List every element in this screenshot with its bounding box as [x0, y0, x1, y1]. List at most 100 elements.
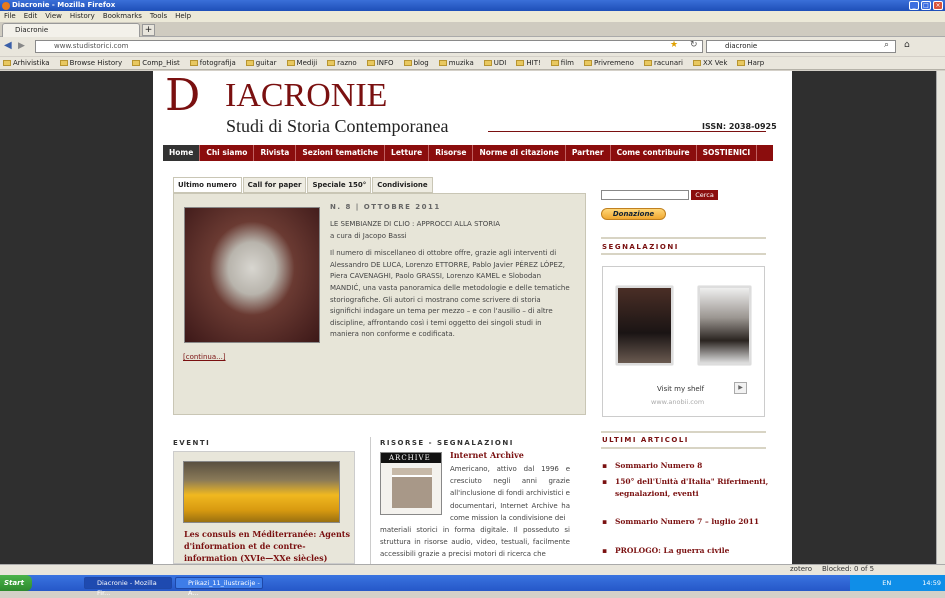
adblock-status[interactable]: Blocked: 0 of 5 — [822, 565, 874, 573]
segnalazioni-heading: SEGNALAZIONI — [602, 243, 679, 251]
resource-title-link[interactable]: Internet Archive — [450, 450, 524, 460]
minimize-button[interactable]: _ — [909, 1, 919, 10]
continua-link[interactable]: [continua...] — [183, 353, 226, 361]
article-link[interactable]: Sommario Numero 8 — [602, 460, 772, 472]
section-divider — [601, 447, 766, 449]
menu-bar: File Edit View History Bookmarks Tools Help — [0, 11, 945, 22]
bookmark-item[interactable]: Harp — [737, 57, 764, 69]
bookmark-item[interactable]: muzika — [438, 57, 474, 69]
nav-partner[interactable]: Partner — [566, 145, 611, 161]
menu-tools[interactable]: Tools — [150, 12, 167, 20]
bookmarks-toolbar: Arhivistika Browse History Comp_Hist fotogr… — [0, 57, 945, 70]
folder-icon — [132, 60, 141, 66]
language-indicator[interactable]: EN — [882, 579, 891, 587]
start-button[interactable]: Start — [0, 575, 32, 591]
folder-icon — [643, 60, 652, 66]
bookmark-item[interactable]: Privremeno — [583, 57, 634, 69]
bookmark-item[interactable]: fotografija — [189, 57, 236, 69]
section-divider — [601, 253, 766, 255]
bookmark-item[interactable]: UDI — [483, 57, 506, 69]
window-title-bar: Diacronie - Mozilla Firefox — [0, 0, 945, 11]
book-cover[interactable] — [616, 286, 673, 365]
tab-call-for-paper[interactable]: Call for paper — [242, 177, 307, 193]
nav-letture[interactable]: Letture — [385, 145, 430, 161]
feature-heading: LE SEMBIANZE DI CLIO : APPROCCI ALLA STO… — [330, 220, 501, 228]
folder-icon — [245, 60, 254, 66]
nav-rivista[interactable]: Rivista — [254, 145, 297, 161]
donate-button[interactable]: Donazione — [601, 208, 666, 220]
tab-ultimo-numero[interactable]: Ultimo numero — [173, 177, 242, 193]
menu-view[interactable]: View — [45, 12, 62, 20]
bookmark-item[interactable]: Arhivistika — [3, 57, 50, 69]
risorse-heading: RISORSE - SEGNALAZIONI — [380, 439, 514, 447]
menu-help[interactable]: Help — [175, 12, 191, 20]
system-tray: EN 14:59 — [850, 575, 945, 591]
reload-icon[interactable]: ↻ — [690, 40, 698, 50]
bookmark-item[interactable]: Mediji — [286, 57, 317, 69]
close-button[interactable]: × — [933, 1, 943, 10]
folder-icon — [3, 60, 11, 66]
bookmark-item[interactable]: blog — [403, 57, 429, 69]
bookmark-star-icon[interactable]: ★ — [670, 40, 678, 50]
eventi-heading: EVENTI — [173, 439, 211, 447]
url-bar[interactable]: www.studistorici.com — [35, 40, 703, 53]
resource-text: Americano, attivo dal 1996 e cresciuto n… — [450, 465, 570, 522]
bookmark-item[interactable]: INFO — [366, 57, 394, 69]
section-divider — [601, 431, 766, 433]
article-link[interactable]: Sommario Numero 7 – luglio 2011 — [602, 516, 772, 528]
bookmark-item[interactable]: HIT! — [516, 57, 541, 69]
bookmark-item[interactable]: Browse History — [59, 57, 122, 69]
home-icon[interactable]: ⌂ — [904, 40, 910, 50]
tab-label: Diacronie — [15, 26, 49, 34]
bookmark-item[interactable]: razno — [327, 57, 357, 69]
folder-icon — [327, 60, 336, 66]
nav-risorse[interactable]: Risorse — [429, 145, 474, 161]
nav-norme-di-citazione[interactable]: Norme di citazione — [473, 145, 566, 161]
taskbar-document[interactable]: Prikazi_11_ilustracije - A... — [175, 577, 263, 597]
nav-come-contribuire[interactable]: Come contribuire — [611, 145, 697, 161]
event-image[interactable] — [183, 461, 340, 523]
folder-icon — [516, 60, 525, 66]
bookmark-item[interactable]: film — [550, 57, 574, 69]
visit-shelf-link[interactable]: Visit my shelf — [657, 385, 704, 393]
content-tabs: Ultimo numero Call for paper Speciale 15… — [173, 177, 434, 193]
taskbar-firefox[interactable]: Diacronie - Mozilla Fir... — [84, 577, 172, 597]
shelf-next-arrow-icon[interactable]: ▶ — [734, 382, 747, 394]
tab-diacronie[interactable]: Diacronie — [2, 23, 140, 37]
zotero-label[interactable]: zotero — [790, 565, 812, 573]
bookmark-item[interactable]: guitar — [245, 57, 277, 69]
menu-edit[interactable]: Edit — [24, 12, 38, 20]
menu-bookmarks[interactable]: Bookmarks — [103, 12, 142, 20]
nav-sostienici[interactable]: SOSTIENICI — [697, 145, 758, 161]
bookmark-item[interactable]: racunari — [643, 57, 683, 69]
search-bar[interactable]: diacronie — [706, 40, 896, 53]
new-tab-button[interactable]: + — [142, 24, 155, 36]
nav-home[interactable]: Home — [163, 145, 201, 161]
book-cover[interactable] — [698, 286, 751, 365]
article-link[interactable]: 150° dell'Unità d'Italia" Riferimenti, s… — [602, 476, 772, 500]
site-search-input[interactable] — [601, 190, 689, 200]
site-logo-text[interactable]: IACRONIE — [225, 78, 387, 114]
tab-speciale-150[interactable]: Speciale 150° — [307, 177, 372, 193]
menu-file[interactable]: File — [4, 12, 16, 20]
article-link[interactable]: PROLOGO: La guerra civile — [602, 545, 772, 557]
forward-icon[interactable]: ▶ — [18, 41, 25, 51]
search-text: diacronie — [725, 42, 758, 50]
feature-body: Il numero di miscellaneo di ottobre offr… — [330, 249, 570, 339]
site-logo-initial[interactable]: D — [165, 74, 200, 118]
header-divider — [488, 131, 766, 132]
nav-sezioni-tematiche[interactable]: Sezioni tematiche — [296, 145, 386, 161]
back-icon[interactable]: ◀ — [4, 40, 12, 51]
cerca-button[interactable]: Cerca — [691, 190, 718, 200]
bookmark-item[interactable]: XX Vek — [692, 57, 727, 69]
tab-condivisione[interactable]: Condivisione — [372, 177, 433, 193]
search-icon[interactable]: ⌕ — [884, 40, 889, 50]
anobii-link[interactable]: www.anobii.com — [651, 398, 704, 406]
event-title-link[interactable]: Les consuls en Méditerranée: Agents d'in… — [184, 528, 352, 564]
vertical-scrollbar[interactable] — [936, 71, 945, 564]
bookmark-item[interactable]: Comp_Hist — [132, 57, 180, 69]
menu-history[interactable]: History — [70, 12, 95, 20]
nav-chi-siamo[interactable]: Chi siamo — [200, 145, 255, 161]
maximize-button[interactable]: □ — [921, 1, 931, 10]
window-title: Diacronie - Mozilla Firefox — [12, 1, 116, 9]
